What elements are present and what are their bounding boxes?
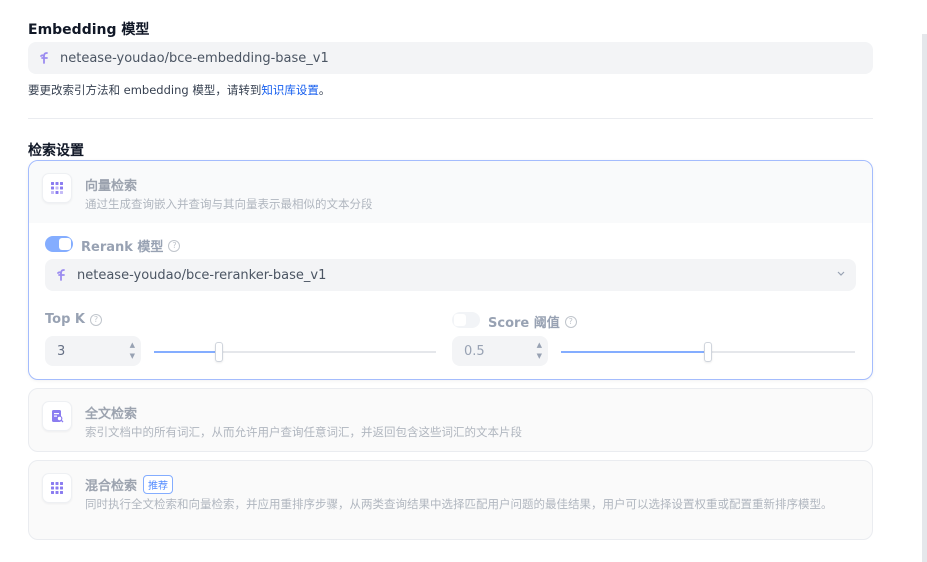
score-slider-thumb[interactable] bbox=[704, 342, 712, 362]
section-divider bbox=[28, 118, 873, 119]
help-circle-icon[interactable]: ? bbox=[168, 239, 181, 252]
top-k-slider[interactable] bbox=[154, 342, 436, 362]
knowledge-settings-link[interactable]: 知识库设置 bbox=[261, 83, 319, 97]
vector-search-description: 通过生成查询嵌入并查询与其向量表示最相似的文本分段 bbox=[85, 197, 373, 211]
model-provider-icon bbox=[38, 51, 52, 65]
hybrid-search-title: 混合检索 推荐 bbox=[85, 475, 174, 494]
vector-search-card[interactable]: 向量检索 通过生成查询嵌入并查询与其向量表示最相似的文本分段 Rerank 模型… bbox=[28, 160, 873, 380]
embedding-hint: 要更改索引方法和 embedding 模型，请转到知识库设置。 bbox=[28, 82, 330, 98]
score-slider-fill bbox=[561, 351, 708, 353]
retrieval-title: 检索设置 bbox=[28, 143, 84, 159]
rerank-model-select[interactable]: netease-youdao/bce-reranker-base_v1 bbox=[45, 259, 856, 291]
embedding-model-display: netease-youdao/bce-embedding-base_v1 bbox=[28, 42, 873, 74]
grid-icon bbox=[42, 473, 72, 503]
hint-text: 要更改索引方法和 embedding 模型，请转到 bbox=[28, 83, 262, 97]
vector-grid-icon bbox=[42, 173, 72, 203]
fulltext-search-title: 全文检索 bbox=[85, 407, 138, 422]
top-k-slider-thumb[interactable] bbox=[215, 342, 223, 362]
vector-search-header[interactable]: 向量检索 通过生成查询嵌入并查询与其向量表示最相似的文本分段 bbox=[29, 161, 872, 223]
embedding-model-name: netease-youdao/bce-embedding-base_v1 bbox=[60, 50, 329, 66]
help-circle-icon[interactable]: ? bbox=[89, 313, 102, 326]
chevron-down-icon bbox=[836, 268, 846, 281]
score-threshold-slider[interactable] bbox=[561, 342, 855, 362]
top-k-label-text: Top K bbox=[45, 312, 85, 327]
rerank-label: Rerank 模型 ? bbox=[81, 236, 181, 255]
top-k-input[interactable]: 3 ▲ ▼ bbox=[45, 336, 141, 366]
stepper-arrows-icon[interactable]: ▲ ▼ bbox=[130, 340, 135, 362]
hybrid-search-title-text: 混合检索 bbox=[85, 479, 138, 494]
document-search-icon bbox=[42, 401, 72, 431]
top-k-value: 3 bbox=[57, 343, 66, 359]
recommended-badge: 推荐 bbox=[143, 475, 174, 494]
score-threshold-toggle[interactable] bbox=[452, 312, 480, 328]
rerank-model-name: netease-youdao/bce-reranker-base_v1 bbox=[77, 267, 327, 283]
rerank-label-text: Rerank 模型 bbox=[81, 240, 164, 255]
vector-search-title: 向量检索 bbox=[85, 179, 138, 194]
hybrid-search-description: 同时执行全文检索和向量检索，并应用重排序步骤，从两类查询结果中选择匹配用户问题的… bbox=[85, 497, 833, 511]
embedding-title: Embedding 模型 bbox=[28, 22, 150, 38]
score-value: 0.5 bbox=[464, 343, 485, 359]
top-k-slider-fill bbox=[154, 351, 219, 353]
help-circle-icon[interactable]: ? bbox=[564, 315, 577, 328]
scrollbar[interactable] bbox=[922, 34, 927, 562]
model-provider-icon bbox=[55, 268, 69, 282]
fulltext-search-description: 索引文档中的所有词汇，从而允许用户查询任意词汇，并返回包含这些词汇的文本片段 bbox=[85, 425, 522, 439]
fulltext-search-card[interactable]: 全文检索 索引文档中的所有词汇，从而允许用户查询任意词汇，并返回包含这些词汇的文… bbox=[28, 388, 873, 452]
rerank-toggle[interactable] bbox=[45, 236, 73, 252]
hybrid-search-card[interactable]: 混合检索 推荐 同时执行全文检索和向量检索，并应用重排序步骤，从两类查询结果中选… bbox=[28, 460, 873, 540]
top-k-label: Top K ? bbox=[45, 312, 102, 327]
score-label-text: Score 阈值 bbox=[488, 316, 560, 331]
hint-suffix: 。 bbox=[318, 83, 331, 97]
score-threshold-input[interactable]: 0.5 ▲ ▼ bbox=[452, 336, 548, 366]
score-threshold-label: Score 阈值 ? bbox=[488, 312, 577, 331]
stepper-arrows-icon[interactable]: ▲ ▼ bbox=[537, 340, 542, 362]
